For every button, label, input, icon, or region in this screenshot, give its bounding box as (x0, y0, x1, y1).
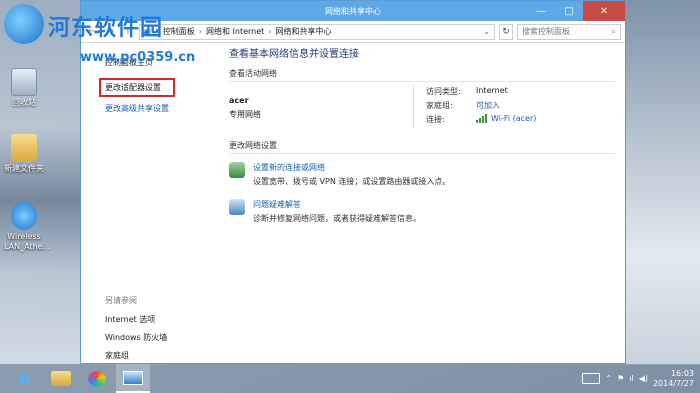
close-button[interactable]: ✕ (583, 1, 625, 21)
wifi-signal-icon (476, 114, 488, 123)
breadcrumb-item[interactable]: 网络和 Internet (206, 26, 264, 37)
recycle-bin-icon (11, 68, 37, 96)
clock[interactable]: 16:03 2014/7/27 (653, 369, 694, 389)
clock-time: 16:03 (670, 368, 694, 378)
chevron-right-icon: › (198, 27, 202, 36)
watermark-url: www.pc0359.cn (80, 50, 196, 65)
taskbar: e ⌃ ⚑ ıl ◀) 16:03 2014/7/27 (0, 364, 700, 393)
see-also-windows-firewall[interactable]: Windows 防火墙 (105, 332, 167, 343)
new-connection-link[interactable]: 设置新的连接或网络 (253, 162, 450, 173)
active-network: acer 专用网络 访问类型: Internet 家庭组: 可加入 连接: Wi… (229, 86, 615, 128)
minimize-button[interactable]: — (527, 1, 555, 21)
taskbar-internet-explorer[interactable]: e (8, 364, 42, 393)
chevron-right-icon: › (268, 27, 272, 36)
desktop-icon-label: Wireless LAN_Athe... (4, 232, 51, 251)
taskbar-file-explorer[interactable] (44, 364, 78, 393)
wifi-tray-icon[interactable]: ıl (629, 374, 633, 383)
refresh-button[interactable]: ↻ (499, 23, 513, 40)
keyboard-icon[interactable] (582, 373, 601, 384)
paint-palette-icon (88, 370, 106, 387)
access-type-label: 访问类型: (426, 87, 461, 96)
watermark-title: 河东软件园 (48, 16, 164, 41)
troubleshoot-desc: 诊断并修复网络问题，或者获得疑难解答信息。 (253, 214, 421, 223)
desktop-icon-label: 回收站 (12, 98, 36, 107)
change-settings-header: 更改网络设置 (229, 140, 615, 154)
wifi-connection-label: Wi-Fi (acer) (491, 114, 537, 123)
breadcrumb-item[interactable]: 网络和共享中心 (275, 26, 331, 37)
desktop-background-right (624, 0, 700, 365)
chevron-up-icon[interactable]: ⌃ (605, 374, 612, 383)
desktop-icon-recycle-bin[interactable]: 回收站 (4, 68, 44, 108)
search-icon: ⌕ (611, 26, 616, 36)
homegroup-label: 家庭组: (426, 101, 453, 110)
internet-explorer-icon (11, 202, 37, 230)
clock-date: 2014/7/27 (652, 378, 694, 388)
access-type-value: Internet (476, 86, 508, 95)
desktop-icon-new-folder[interactable]: 新建文件夹 (4, 134, 44, 174)
homegroup-join-link[interactable]: 可加入 (476, 100, 500, 111)
task-troubleshoot: 问题疑难解答 诊断并修复网络问题，或者获得疑难解答信息。 (229, 199, 615, 224)
maximize-button[interactable]: □ (555, 1, 583, 21)
chevron-down-icon[interactable]: ⌄ (483, 27, 490, 36)
task-new-connection: 设置新的连接或网络 设置宽带、拨号或 VPN 连接；或设置路由器或接入点。 (229, 162, 615, 187)
system-tray: ⌃ ⚑ ıl ◀) 16:03 2014/7/27 (582, 364, 694, 393)
change-adapter-settings-link[interactable]: 更改适配器设置 (99, 78, 175, 97)
wifi-connection-link[interactable]: Wi-Fi (acer) (476, 114, 536, 125)
main-panel: 查看基本网络信息并设置连接 查看活动网络 acer 专用网络 访问类型: Int… (219, 43, 625, 363)
page-title: 查看基本网络信息并设置连接 (229, 49, 359, 60)
taskbar-network-center[interactable] (116, 364, 150, 393)
search-input[interactable]: 搜索控制面板 ⌕ (517, 23, 621, 40)
active-networks-header: 查看活动网络 (229, 68, 615, 82)
network-monitor-icon (123, 370, 143, 385)
see-also-internet-options[interactable]: Internet 选项 (105, 314, 167, 325)
desktop-background-left (0, 0, 80, 365)
new-connection-desc: 设置宽带、拨号或 VPN 连接；或设置路由器或接入点。 (253, 177, 451, 186)
change-advanced-sharing-link[interactable]: 更改高级共享设置 (105, 103, 219, 114)
watermark-logo-icon (4, 4, 44, 44)
desktop-icon-label: 新建文件夹 (4, 164, 44, 173)
address-bar[interactable]: ▣ › 控制面板 › 网络和 Internet › 网络和共享中心 ⌄ (139, 23, 495, 40)
network-setup-icon (229, 162, 245, 178)
network-name: acer (229, 96, 249, 105)
see-also-header: 另请参阅 (105, 296, 137, 305)
connections-label: 连接: (426, 115, 445, 124)
troubleshoot-link[interactable]: 问题疑难解答 (253, 199, 421, 210)
internet-explorer-icon: e (18, 368, 32, 389)
network-type: 专用网络 (229, 110, 261, 119)
taskbar-paint[interactable] (80, 364, 114, 393)
troubleshoot-icon (229, 199, 245, 215)
flag-icon[interactable]: ⚑ (617, 374, 624, 383)
volume-icon[interactable]: ◀) (639, 374, 648, 383)
desktop-icon-wireless[interactable]: Wireless LAN_Athe... (4, 202, 50, 252)
watermark: 河东软件园 www.pc0359.cn (4, 4, 195, 65)
see-also-homegroup[interactable]: 家庭组 (105, 350, 167, 361)
folder-icon (51, 371, 71, 386)
see-also-section: 另请参阅 Internet 选项 Windows 防火墙 家庭组 (105, 295, 167, 368)
folder-icon (11, 134, 37, 162)
sidebar: 控制面板主页 更改适配器设置 更改高级共享设置 另请参阅 Internet 选项… (81, 43, 219, 363)
breadcrumb-item[interactable]: 控制面板 (163, 26, 195, 37)
search-placeholder: 搜索控制面板 (522, 27, 570, 36)
